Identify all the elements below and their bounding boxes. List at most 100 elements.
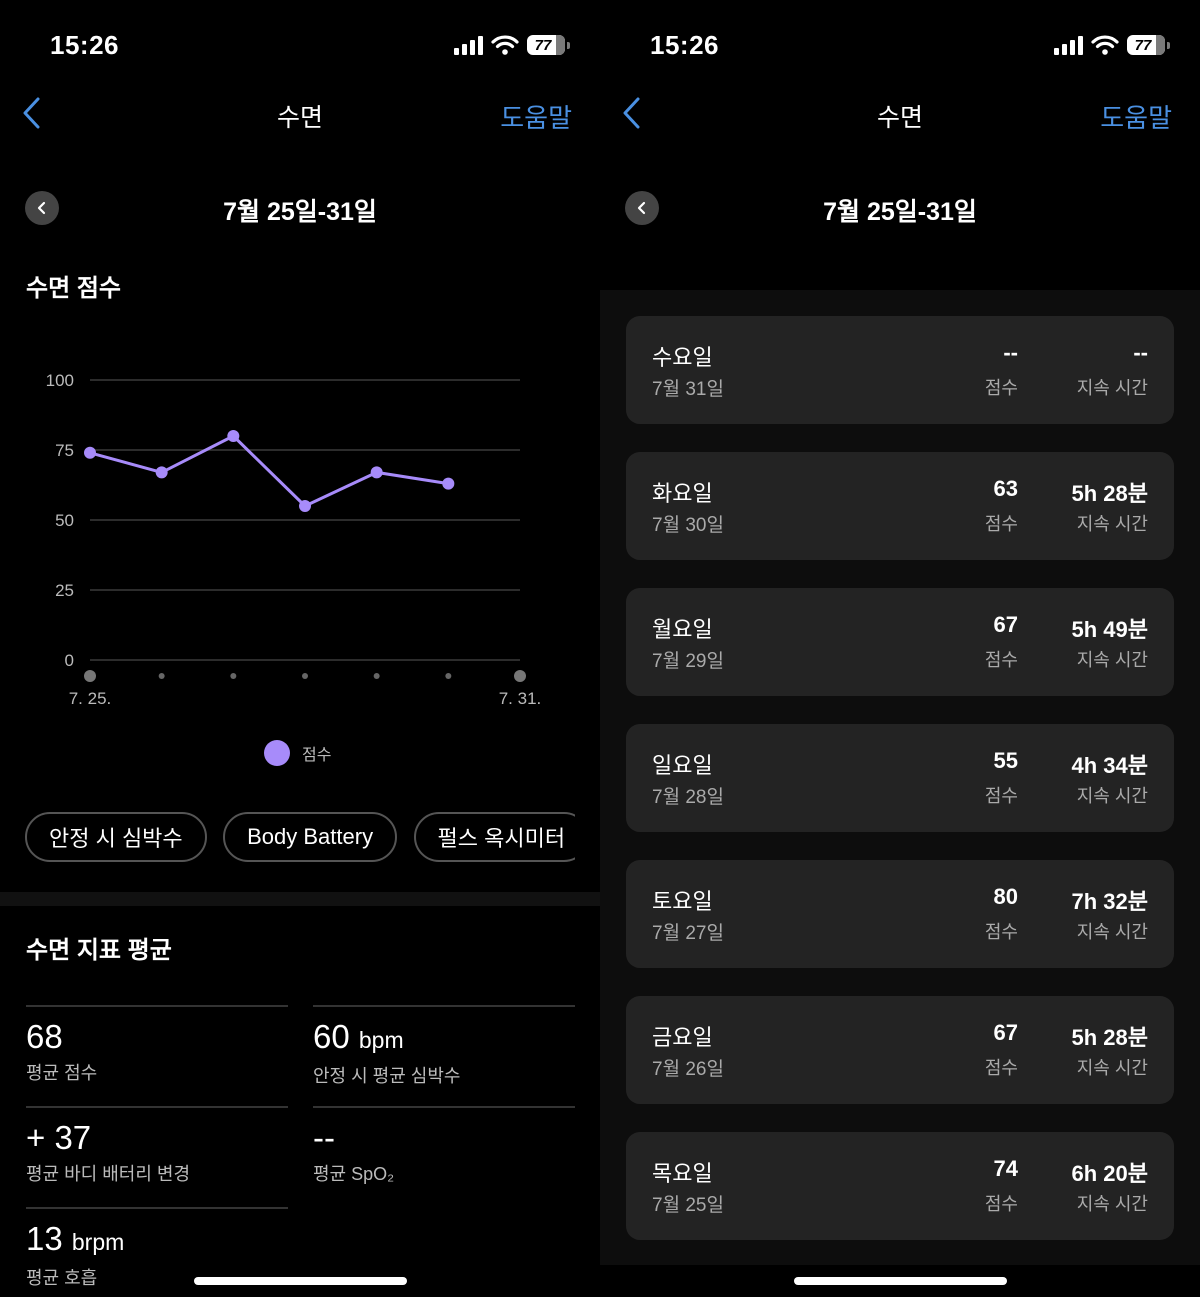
battery-level: 77 — [1134, 36, 1152, 54]
metric-label: 평균 SpO₂ — [313, 1164, 395, 1184]
day-weekday: 금요일 — [652, 1025, 713, 1050]
day-weekday: 목요일 — [652, 1161, 713, 1186]
chart-legend: 점수 — [264, 740, 331, 766]
metric-value: + 37 — [26, 1118, 288, 1158]
day-score-label: 점수 — [984, 1058, 1018, 1078]
metric-value: 60 bpm — [313, 1017, 575, 1060]
day-duration-label: 지속 시간 — [1076, 378, 1148, 398]
day-date: 7월 29일 — [652, 651, 724, 672]
day-score: 67 — [993, 612, 1018, 637]
home-indicator[interactable] — [194, 1277, 407, 1285]
battery-level: 77 — [534, 36, 552, 54]
help-button[interactable]: 도움말 — [500, 98, 572, 135]
y-tick-label: 75 — [55, 441, 74, 460]
y-tick-label: 0 — [65, 651, 74, 670]
data-point — [370, 466, 383, 479]
help-button[interactable]: 도움말 — [1100, 98, 1172, 135]
day-duration: 4h 34분 — [1071, 753, 1149, 778]
day-weekday: 수요일 — [652, 345, 713, 370]
day-score: 67 — [993, 1020, 1018, 1045]
day-date: 7월 28일 — [652, 787, 724, 808]
sleep-chart-screen: 15:26 77 수면 도움말 7월 25일-31일 수면 점수 0 25 50 75… — [0, 0, 600, 1297]
battery-icon: 77 — [1127, 35, 1165, 55]
day-card[interactable]: 토요일 7월 27일 80 점수 7h 32분 지속 시간 — [626, 860, 1174, 968]
day-card[interactable]: 일요일 7월 28일 55 점수 4h 34분 지속 시간 — [626, 724, 1174, 832]
day-score: 63 — [993, 476, 1018, 501]
metric-value: 68 — [26, 1017, 288, 1057]
chip-resting-heart-rate[interactable]: 안정 시 심박수 — [25, 812, 207, 862]
y-tick-label: 50 — [55, 511, 74, 530]
x-tick-label: 7. 31. — [499, 689, 542, 708]
day-score-label: 점수 — [984, 514, 1018, 534]
day-score: 55 — [993, 748, 1018, 773]
metric-avg-spo2: -- 평균 SpO₂ — [313, 1106, 575, 1186]
legend-swatch — [264, 740, 290, 766]
sleep-score-chart: 0 25 50 75 100 7. 25. 7. 31. — [46, 371, 542, 708]
day-date: 7월 25일 — [652, 1195, 724, 1216]
section-divider — [0, 892, 600, 906]
day-duration: 5h 28분 — [1071, 481, 1149, 506]
day-duration: 7h 32분 — [1071, 889, 1149, 914]
period-label: 7월 25일-31일 — [823, 198, 977, 226]
home-indicator[interactable] — [794, 1277, 1007, 1285]
day-duration-label: 지속 시간 — [1076, 922, 1148, 942]
day-card[interactable]: 금요일 7월 26일 67 점수 5h 28분 지속 시간 — [626, 996, 1174, 1104]
x-tick-dot — [84, 670, 96, 682]
battery-tip — [567, 41, 570, 49]
metric-number: 13 — [26, 1220, 63, 1257]
metric-label: 안정 시 평균 심박수 — [313, 1066, 461, 1086]
day-date: 7월 31일 — [652, 379, 724, 400]
metric-number: -- — [313, 1119, 335, 1156]
metric-label: 평균 점수 — [26, 1063, 98, 1083]
status-icons: 77 — [454, 34, 570, 56]
day-score-label: 점수 — [984, 1194, 1018, 1214]
wifi-icon — [491, 35, 519, 55]
day-duration: 6h 20분 — [1071, 1161, 1149, 1186]
x-tick-dot — [302, 673, 308, 679]
data-point — [442, 477, 455, 490]
chip-body-battery[interactable]: Body Battery — [223, 812, 398, 862]
day-score: -- — [1003, 340, 1018, 365]
daily-list: 수요일 7월 31일 -- 점수 -- 지속 시간 화요일 7월 30일 63 … — [600, 290, 1200, 1265]
day-score-label: 점수 — [984, 650, 1018, 670]
cellular-signal-icon — [454, 35, 483, 55]
metric-chip-row[interactable]: 안정 시 심박수 Body Battery 펄스 옥시미터 — [25, 812, 575, 866]
day-date: 7월 27일 — [652, 923, 724, 944]
day-duration: 5h 49분 — [1071, 617, 1149, 642]
day-score-label: 점수 — [984, 922, 1018, 942]
x-tick-dot — [373, 673, 380, 679]
day-weekday: 화요일 — [652, 481, 713, 506]
day-card[interactable]: 월요일 7월 29일 67 점수 5h 49분 지속 시간 — [626, 588, 1174, 696]
day-date: 7월 30일 — [652, 515, 724, 536]
day-duration: -- — [1133, 340, 1148, 365]
day-card[interactable]: 화요일 7월 30일 63 점수 5h 28분 지속 시간 — [626, 452, 1174, 560]
metric-number: 68 — [26, 1018, 63, 1055]
metric-value: -- — [313, 1118, 575, 1158]
y-tick-label: 100 — [46, 371, 74, 390]
data-point — [155, 466, 168, 479]
x-tick-dot — [514, 670, 526, 682]
x-tick-dot — [445, 673, 452, 679]
metrics-section-title: 수면 지표 평균 — [26, 937, 172, 964]
metric-resting-hr: 60 bpm 안정 시 평균 심박수 — [313, 1005, 575, 1088]
metric-unit: brpm — [71, 1229, 125, 1255]
series-line — [89, 434, 449, 508]
day-duration-label: 지속 시간 — [1076, 650, 1148, 670]
day-card[interactable]: 수요일 7월 31일 -- 점수 -- 지속 시간 — [626, 316, 1174, 424]
day-weekday: 일요일 — [652, 753, 713, 778]
day-score: 80 — [993, 884, 1018, 909]
metric-number: + 37 — [26, 1119, 92, 1156]
metric-value: 13 brpm — [26, 1219, 288, 1262]
x-tick-dot — [230, 673, 237, 679]
wifi-icon — [1091, 35, 1119, 55]
day-duration-label: 지속 시간 — [1076, 1194, 1148, 1214]
data-point — [299, 500, 311, 512]
chip-pulse-oximeter[interactable]: 펄스 옥시미터 — [413, 812, 575, 862]
day-score-label: 점수 — [984, 786, 1018, 806]
battery-icon: 77 — [527, 35, 565, 55]
metric-unit: bpm — [358, 1027, 404, 1053]
y-tick-label: 25 — [55, 581, 74, 600]
day-card[interactable]: 목요일 7월 25일 74 점수 6h 20분 지속 시간 — [626, 1132, 1174, 1240]
metric-avg-score: 68 평균 점수 — [26, 1005, 288, 1085]
day-score: 74 — [993, 1156, 1018, 1181]
